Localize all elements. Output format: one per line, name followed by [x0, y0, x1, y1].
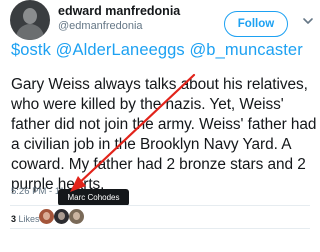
divider — [10, 205, 310, 206]
user-tooltip: Marc Cohodes — [58, 189, 129, 206]
tweet-body: Gary Weiss always talks about his relati… — [11, 76, 317, 193]
follow-button[interactable]: Follow — [224, 11, 288, 37]
likes-label: Likes — [18, 214, 40, 224]
chevron-down-icon[interactable] — [302, 15, 314, 27]
likes-count[interactable]: 3 Likes — [11, 214, 40, 224]
likes-number: 3 — [11, 214, 17, 224]
tweet-card: edward manfredonia @edmanfredonia Follow… — [0, 0, 320, 252]
liker-avatar[interactable] — [54, 209, 69, 224]
avatar-silhouette-body — [16, 24, 44, 40]
author-avatar[interactable] — [10, 0, 50, 40]
tweet-timestamp[interactable]: 5:26 PM - 11 — [11, 186, 65, 197]
author-handle[interactable]: @edmanfredonia — [58, 20, 143, 32]
author-name[interactable]: edward manfredonia — [58, 4, 180, 18]
avatar-silhouette-head — [23, 8, 37, 24]
liker-avatar[interactable] — [69, 209, 84, 224]
liker-avatar[interactable] — [39, 209, 54, 224]
divider — [10, 228, 310, 229]
tweet-mentions[interactable]: $ostk @AlderLaneeggs @b_muncaster — [11, 41, 303, 60]
